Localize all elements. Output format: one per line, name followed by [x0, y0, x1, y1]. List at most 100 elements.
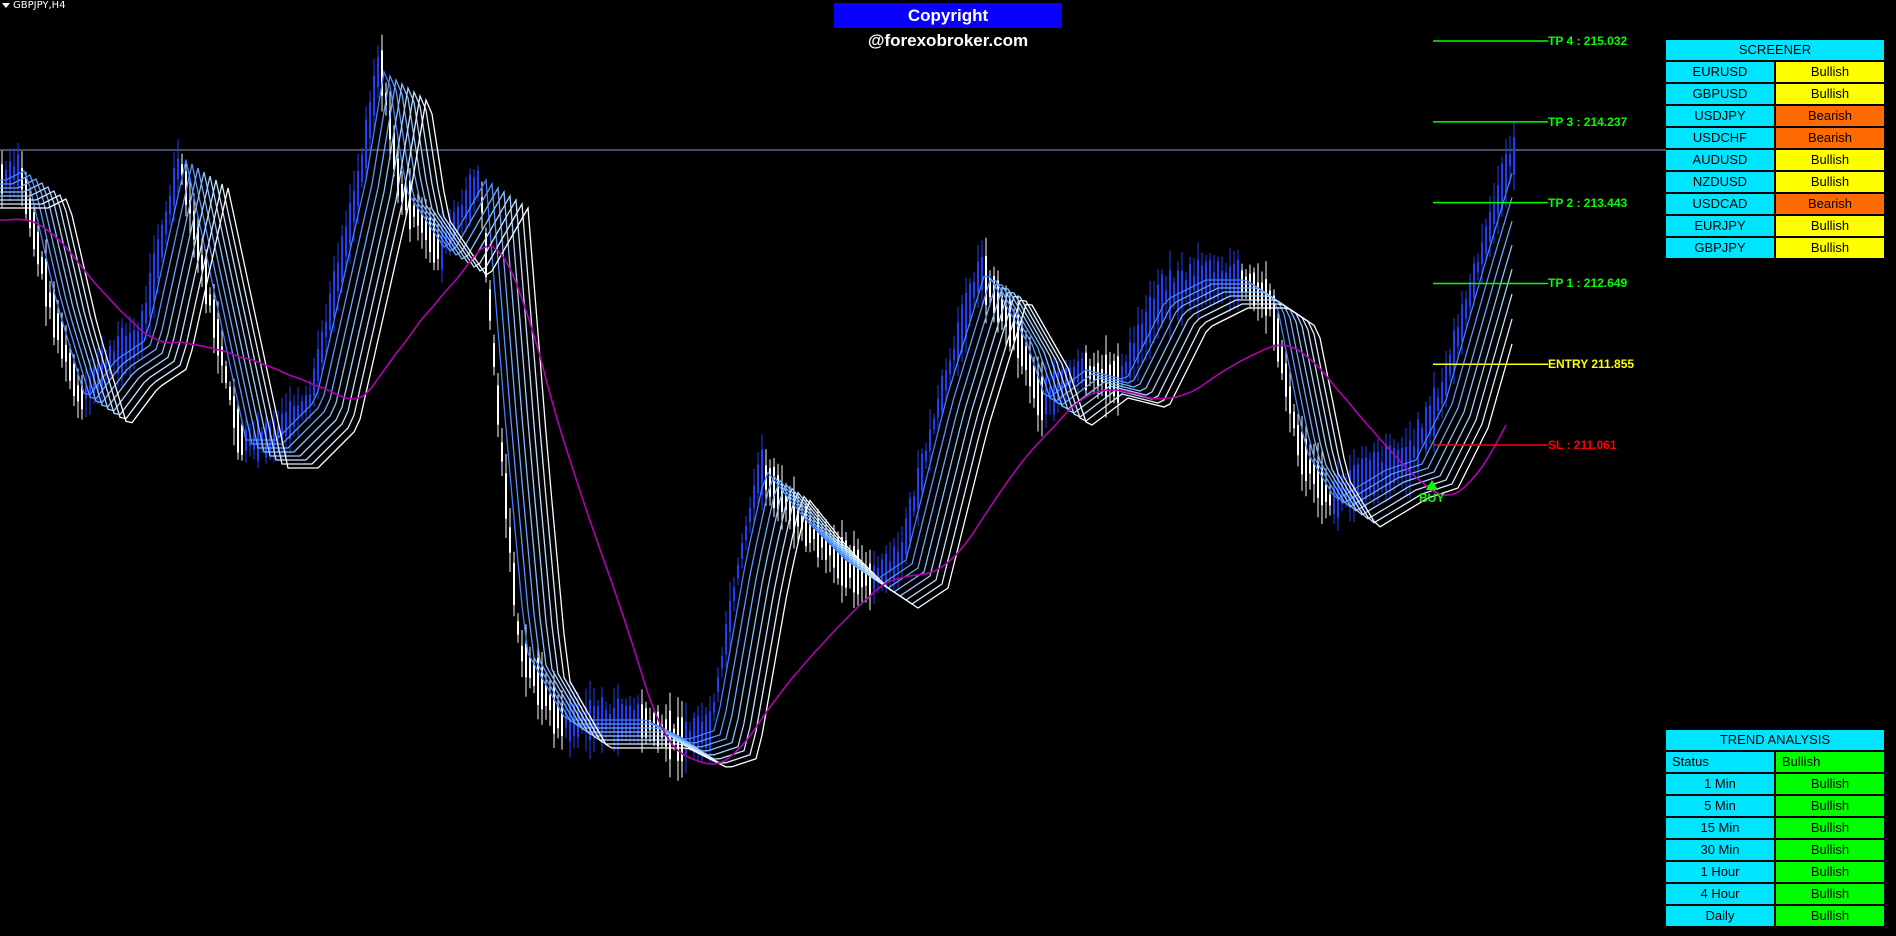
bull-candle	[1077, 360, 1079, 383]
bear-candle	[517, 621, 519, 635]
trend-status: Bullish	[1776, 818, 1884, 838]
bull-candle	[1453, 330, 1455, 372]
bull-candle	[1161, 274, 1163, 324]
trend-status: Bullish	[1776, 862, 1884, 882]
bull-candle	[1169, 270, 1171, 320]
bull-candle	[945, 370, 947, 391]
screener-row: GBPJPY Bullish	[1666, 238, 1884, 258]
bear-candle	[213, 299, 215, 338]
bull-candle	[757, 464, 759, 494]
bear-candle	[1025, 346, 1027, 370]
bear-candle	[549, 694, 551, 711]
bull-candle	[125, 335, 127, 364]
bull-candle	[949, 360, 951, 375]
bear-candle	[421, 213, 423, 233]
ma-ribbon-line	[0, 85, 1513, 756]
bear-candle	[1309, 459, 1311, 474]
bear-candle	[525, 643, 527, 678]
screener-row: USDCAD Bearish	[1666, 194, 1884, 214]
trend-timeframe: 4 Hour	[1666, 884, 1774, 904]
bear-candle	[1277, 318, 1279, 362]
bear-candle	[545, 684, 547, 707]
bull-candle	[1445, 363, 1447, 395]
bear-candle	[1029, 353, 1031, 387]
screener-row: USDCHF Bearish	[1666, 128, 1884, 148]
bull-candle	[1485, 226, 1487, 254]
bear-candle	[1241, 270, 1243, 293]
level-label: TP 4 : 215.032	[1548, 34, 1628, 48]
bull-candle	[1433, 387, 1435, 437]
trend-timeframe: 1 Hour	[1666, 862, 1774, 882]
trend-status-row: Status Bullish	[1666, 752, 1884, 772]
bear-candle	[1253, 272, 1255, 307]
bull-candle	[753, 485, 755, 509]
bear-candle	[513, 562, 515, 606]
bull-candle	[737, 564, 739, 578]
bear-candle	[641, 704, 643, 738]
screener-pair: AUDUSD	[1666, 150, 1774, 170]
screener-status: Bullish	[1776, 62, 1884, 82]
bull-candle	[721, 655, 723, 669]
bull-candle	[137, 331, 139, 352]
bull-candle	[1141, 323, 1143, 349]
trend-timeframe: 1 Min	[1666, 774, 1774, 794]
screener-status: Bearish	[1776, 106, 1884, 126]
level-label: SL : 211.061	[1548, 438, 1617, 452]
bull-candle	[925, 450, 927, 462]
bear-candle	[69, 352, 71, 381]
bull-candle	[1133, 343, 1135, 361]
bull-candle	[1185, 280, 1187, 294]
bull-candle	[289, 400, 291, 440]
bull-candle	[369, 101, 371, 139]
level-label: TP 3 : 214.237	[1548, 114, 1628, 129]
bull-candle	[733, 587, 735, 601]
bear-candle	[41, 256, 43, 274]
bear-candle	[1033, 365, 1035, 399]
trend-analysis-panel: TREND ANALYSIS Status Bullish 1 Min Bulli…	[1666, 730, 1884, 928]
bull-candle	[349, 203, 351, 245]
bear-candle	[1321, 468, 1323, 506]
bear-candle	[53, 289, 55, 338]
bear-candle	[1325, 484, 1327, 503]
bear-candle	[1089, 366, 1091, 379]
bull-candle	[17, 154, 19, 188]
ma-ribbon-line	[0, 97, 1513, 768]
bull-candle	[373, 75, 375, 117]
bull-candle	[1417, 419, 1419, 469]
buy-signal-label: BUY	[1419, 491, 1445, 505]
bull-candle	[277, 426, 279, 438]
bull-candle	[357, 171, 359, 207]
bull-candle	[1437, 397, 1439, 411]
screener-status: Bearish	[1776, 194, 1884, 214]
bull-candle	[365, 119, 367, 169]
bull-candle	[321, 331, 323, 363]
bear-candle	[829, 544, 831, 556]
trend-status-value: Bullish	[1776, 752, 1884, 772]
bull-candle	[977, 261, 979, 292]
bull-candle	[1193, 275, 1195, 291]
screener-row: EURUSD Bullish	[1666, 62, 1884, 82]
bear-candle	[645, 708, 647, 738]
bull-candle	[1441, 382, 1443, 404]
bear-candle	[29, 198, 31, 229]
bull-candle	[1489, 212, 1491, 242]
bull-candle	[1477, 261, 1479, 273]
bull-candle	[177, 158, 179, 180]
screener-status: Bullish	[1776, 216, 1884, 236]
trend-row: 1 Min Bullish	[1666, 774, 1884, 794]
price-chart[interactable]	[0, 0, 1896, 936]
bull-candle	[953, 348, 955, 361]
trend-row: 5 Min Bullish	[1666, 796, 1884, 816]
screener-status: Bullish	[1776, 172, 1884, 192]
candles-layer	[1, 34, 1515, 781]
screener-pair: USDJPY	[1666, 106, 1774, 126]
bull-candle	[317, 349, 319, 381]
bull-candle	[149, 272, 151, 318]
bull-candle	[1497, 185, 1499, 215]
bull-candle	[1397, 450, 1399, 478]
symbol-timeframe-label[interactable]: GBPJPY,H4	[2, 0, 66, 11]
bear-candle	[1265, 279, 1267, 316]
bear-candle	[229, 386, 231, 400]
bear-candle	[413, 205, 415, 217]
bull-candle	[157, 239, 159, 279]
